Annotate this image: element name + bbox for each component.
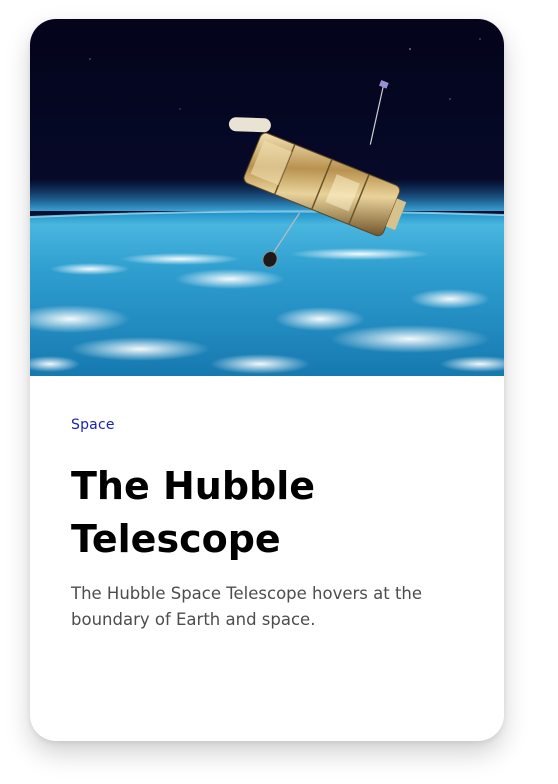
card-description: The Hubble Space Telescope hovers at the…	[71, 584, 423, 629]
card-title: The Hubble Telescope	[71, 464, 316, 561]
category-label[interactable]: Space	[71, 417, 115, 433]
article-card[interactable]: Space The Hubble Telescope The Hubble Sp…	[30, 19, 504, 741]
hubble-telescope-photo	[30, 19, 504, 376]
